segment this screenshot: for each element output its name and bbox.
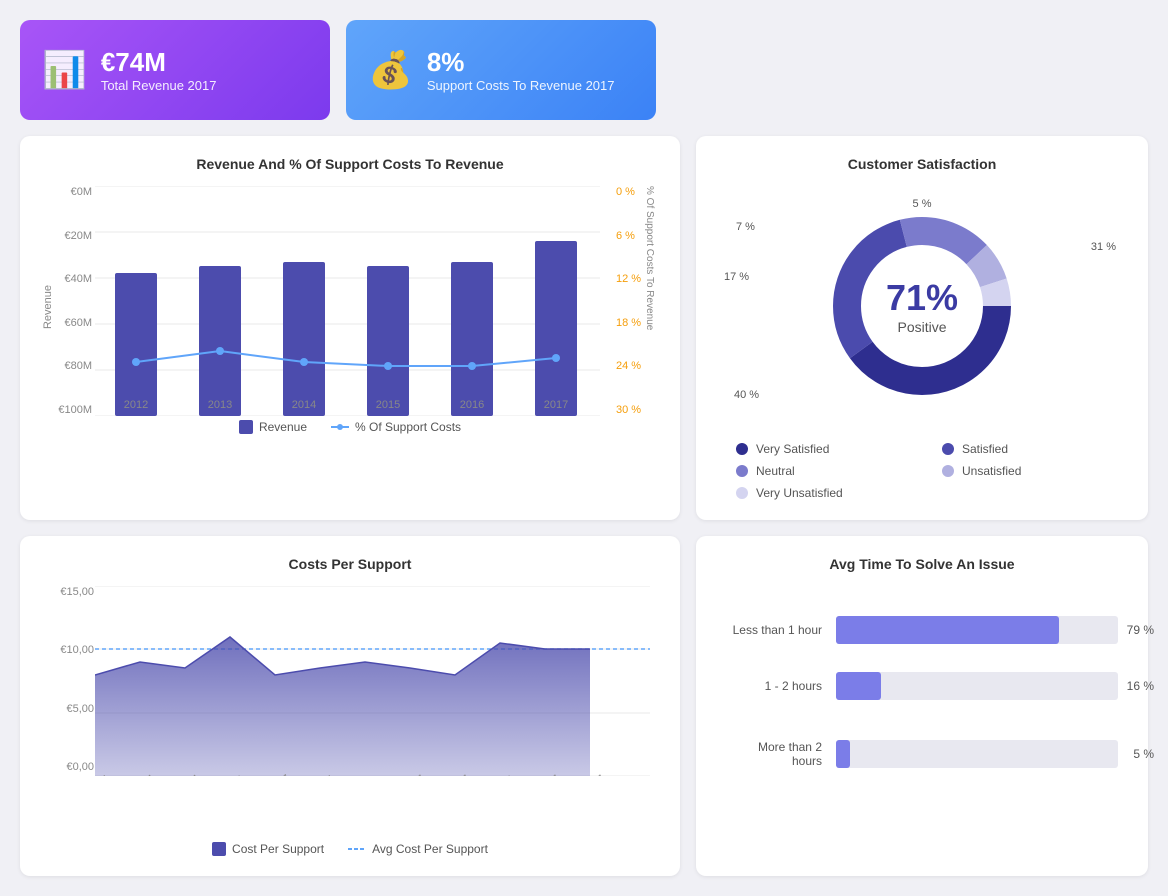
legend-line-icon bbox=[331, 420, 349, 434]
cost-area-fill bbox=[95, 637, 590, 776]
bottom-row: Costs Per Support €0,00 €5,00 €10,00 €15… bbox=[20, 536, 1148, 876]
hbar-row-2: 1 - 2 hours 16 % bbox=[726, 672, 1118, 700]
bar-2014 bbox=[283, 262, 325, 416]
legend-satisfied: Satisfied bbox=[942, 442, 1128, 456]
costs-chart-card: Costs Per Support €0,00 €5,00 €10,00 €15… bbox=[20, 536, 680, 876]
bar-2012 bbox=[115, 273, 157, 416]
svg-text:2014: 2014 bbox=[292, 399, 316, 411]
hbar-label-3: More than 2 hours bbox=[726, 740, 836, 768]
legend-support-costs: % Of Support Costs bbox=[331, 420, 461, 434]
avg-time-card: Avg Time To Solve An Issue Less than 1 h… bbox=[696, 536, 1148, 876]
hbar-value-1: 79 % bbox=[1127, 623, 1154, 637]
hbar-value-3: 5 % bbox=[1133, 747, 1154, 761]
support-text: 8% Support Costs To Revenue 2017 bbox=[427, 47, 615, 93]
bar-2015 bbox=[367, 266, 409, 416]
legend-revenue: Revenue bbox=[239, 420, 307, 434]
bar-2017 bbox=[535, 241, 577, 416]
hbar-row-1: Less than 1 hour 79 % bbox=[726, 616, 1118, 644]
support-icon: 💰 bbox=[368, 49, 413, 91]
satisfaction-card: Customer Satisfaction bbox=[696, 136, 1148, 520]
revenue-label: Total Revenue 2017 bbox=[101, 78, 217, 93]
y-right-label-text: % Of Support Costs To Revenue bbox=[644, 186, 655, 416]
dashboard: 📊 €74M Total Revenue 2017 💰 8% Support C… bbox=[20, 20, 1148, 876]
revenue-value: €74M bbox=[101, 47, 217, 78]
legend-dashed-icon bbox=[348, 842, 366, 856]
dot-unsatisfied bbox=[942, 465, 954, 477]
legend-unsatisfied: Unsatisfied bbox=[942, 464, 1128, 478]
donut-container: 71% Positive 40 % 31 % 17 % 7 % 5 % bbox=[716, 186, 1128, 500]
hbar-label-2: 1 - 2 hours bbox=[726, 679, 836, 693]
top-row: 📊 €74M Total Revenue 2017 💰 8% Support C… bbox=[20, 20, 1148, 120]
bar-2016 bbox=[451, 262, 493, 416]
pct-label-31: 31 % bbox=[1091, 241, 1116, 253]
legend-very-unsatisfied: Very Unsatisfied bbox=[736, 486, 922, 500]
hbar-fill-3 bbox=[836, 740, 850, 768]
hbar-track-2: 16 % bbox=[836, 672, 1118, 700]
kpi-card-revenue: 📊 €74M Total Revenue 2017 bbox=[20, 20, 330, 120]
svg-text:2016: 2016 bbox=[460, 399, 484, 411]
y-left-label: Revenue bbox=[42, 285, 54, 329]
pct-label-7: 7 % bbox=[736, 221, 755, 233]
donut-percentage: 71% bbox=[886, 277, 958, 319]
revenue-chart-card: Revenue And % Of Support Costs To Revenu… bbox=[20, 136, 680, 520]
hbar-row-3: More than 2 hours 5 % bbox=[726, 740, 1118, 768]
costs-legend: Cost Per Support Avg Cost Per Support bbox=[40, 842, 660, 856]
donut-positive-label: Positive bbox=[886, 319, 958, 335]
middle-row: Revenue And % Of Support Costs To Revenu… bbox=[20, 136, 1148, 520]
kpi-card-support: 💰 8% Support Costs To Revenue 2017 bbox=[346, 20, 656, 120]
svg-text:2012: 2012 bbox=[124, 399, 148, 411]
revenue-icon: 📊 bbox=[42, 49, 87, 91]
pct-label-5: 5 % bbox=[913, 198, 932, 210]
hbar-track-3: 5 % bbox=[836, 740, 1118, 768]
bar-chart-svg: 2012 2013 2014 2015 2016 2017 bbox=[95, 186, 600, 416]
hbar-label-1: Less than 1 hour bbox=[726, 623, 836, 637]
legend-neutral: Neutral bbox=[736, 464, 922, 478]
hbar-track-1: 79 % bbox=[836, 616, 1118, 644]
kpi-cards: 📊 €74M Total Revenue 2017 💰 8% Support C… bbox=[20, 20, 656, 120]
revenue-text: €74M Total Revenue 2017 bbox=[101, 47, 217, 93]
revenue-chart-legend: Revenue % Of Support Costs bbox=[40, 420, 660, 434]
hbar-fill-2 bbox=[836, 672, 881, 700]
costs-area-svg: Jan 2017 Feb 2017 Mar 2017 Apr 2017 May … bbox=[95, 586, 650, 776]
svg-text:2017: 2017 bbox=[544, 399, 568, 411]
dot-very-satisfied bbox=[736, 443, 748, 455]
support-label: Support Costs To Revenue 2017 bbox=[427, 78, 615, 93]
hbar-value-2: 16 % bbox=[1127, 679, 1154, 693]
avg-time-title: Avg Time To Solve An Issue bbox=[716, 556, 1128, 572]
costs-y-axis: €0,00 €5,00 €10,00 €15,00 bbox=[42, 586, 94, 773]
support-value: 8% bbox=[427, 47, 615, 78]
donut-center: 71% Positive bbox=[886, 277, 958, 335]
svg-text:2015: 2015 bbox=[376, 399, 400, 411]
costs-chart-title: Costs Per Support bbox=[40, 556, 660, 572]
dot-neutral bbox=[736, 465, 748, 477]
costs-chart-inner: €0,00 €5,00 €10,00 €15,00 bbox=[40, 586, 660, 806]
legend-revenue-label: Revenue bbox=[259, 420, 307, 434]
legend-cost-color bbox=[212, 842, 226, 856]
dot-very-unsatisfied bbox=[736, 487, 748, 499]
hbar-container: Less than 1 hour 79 % 1 - 2 hours 16 % M… bbox=[716, 586, 1128, 806]
satisfaction-title: Customer Satisfaction bbox=[716, 156, 1128, 172]
pct-label-40: 40 % bbox=[734, 389, 759, 401]
hbar-fill-1 bbox=[836, 616, 1059, 644]
svg-text:2013: 2013 bbox=[208, 399, 232, 411]
revenue-bar-chart: €100M €80M €60M €40M €20M €0M 30 % 24 % … bbox=[40, 186, 660, 466]
pct-label-17: 17 % bbox=[724, 271, 749, 283]
dot-satisfied bbox=[942, 443, 954, 455]
legend-very-satisfied: Very Satisfied bbox=[736, 442, 922, 456]
donut-legend: Very Satisfied Satisfied Neutral Unsatis… bbox=[716, 442, 1128, 500]
legend-avg-cost: Avg Cost Per Support bbox=[348, 842, 488, 856]
legend-cost-per-support: Cost Per Support bbox=[212, 842, 324, 856]
revenue-chart-title: Revenue And % Of Support Costs To Revenu… bbox=[40, 156, 660, 172]
legend-revenue-color bbox=[239, 420, 253, 434]
legend-support-label: % Of Support Costs bbox=[355, 420, 461, 434]
bar-2013 bbox=[199, 266, 241, 416]
